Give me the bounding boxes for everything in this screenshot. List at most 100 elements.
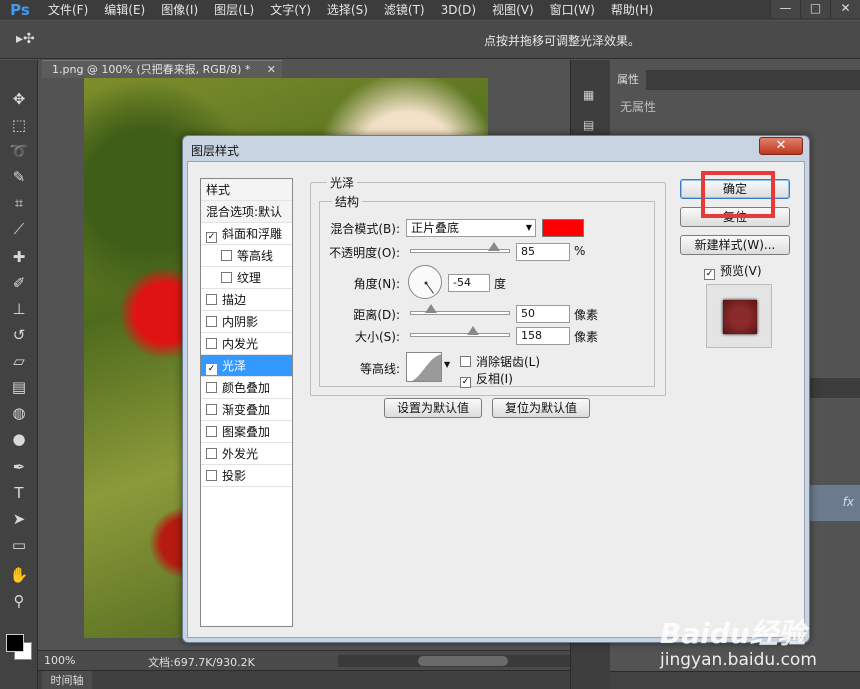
blend-options-item[interactable]: 混合选项:默认	[201, 201, 292, 223]
zoom-level[interactable]: 100%	[44, 654, 75, 667]
shape-tool-icon[interactable]: ▭	[8, 534, 30, 556]
new-style-button[interactable]: 新建样式(W)...	[680, 235, 790, 255]
style-item-checkbox[interactable]	[206, 448, 217, 459]
type-tool-icon[interactable]: T	[8, 482, 30, 504]
style-item-checkbox[interactable]	[206, 404, 217, 415]
crop-tool-icon[interactable]: ⌗	[8, 192, 30, 214]
contour-picker[interactable]	[406, 352, 442, 382]
angle-dial[interactable]	[408, 265, 442, 299]
style-item-checkbox[interactable]	[206, 294, 217, 305]
menu-window[interactable]: 窗口(W)	[542, 0, 603, 20]
path-select-tool-icon[interactable]: ➤	[8, 508, 30, 530]
style-list-item[interactable]: 图案叠加	[201, 421, 292, 443]
style-list-item[interactable]: ✓ 光泽	[201, 355, 292, 377]
brush-tool-icon[interactable]: ✐	[8, 272, 30, 294]
maximize-button[interactable]: □	[800, 0, 830, 18]
zoom-tool-icon[interactable]: ⚲	[8, 590, 30, 612]
menu-view[interactable]: 视图(V)	[484, 0, 542, 20]
size-input[interactable]: 158	[516, 327, 570, 345]
style-list-item[interactable]: 颜色叠加	[201, 377, 292, 399]
menu-help[interactable]: 帮助(H)	[603, 0, 661, 20]
style-list-item[interactable]: 投影	[201, 465, 292, 487]
style-list-item[interactable]: 描边	[201, 289, 292, 311]
blend-color-swatch[interactable]	[542, 219, 584, 237]
style-item-checkbox[interactable]	[221, 250, 232, 261]
stamp-tool-icon[interactable]: ⊥	[8, 298, 30, 320]
menu-type[interactable]: 文字(Y)	[262, 0, 319, 20]
style-item-checkbox[interactable]	[206, 316, 217, 327]
preview-checkbox[interactable]: ✓ 预览(V)	[704, 262, 762, 280]
angle-input[interactable]: -54	[448, 274, 490, 292]
close-icon[interactable]: ✕	[267, 61, 276, 79]
antialias-checkbox[interactable]: 消除锯齿(L)	[460, 353, 540, 370]
dialog-close-button[interactable]: ✕	[759, 137, 803, 155]
window-close-button[interactable]: ✕	[830, 0, 860, 18]
style-item-checkbox[interactable]	[221, 272, 232, 283]
tab-properties[interactable]: 属性	[610, 70, 646, 90]
lasso-tool-icon[interactable]: ➰	[8, 140, 30, 162]
actions-icon[interactable]: ▤	[583, 118, 599, 134]
blend-mode-select[interactable]: 正片叠底 ▼	[406, 219, 536, 237]
menu-file[interactable]: 文件(F)	[40, 0, 96, 20]
eyedropper-tool-icon[interactable]: ⟋	[8, 218, 30, 240]
antialias-check-box[interactable]	[460, 356, 471, 367]
style-list-header[interactable]: 样式	[201, 179, 292, 201]
dodge-tool-icon[interactable]: ●	[8, 428, 30, 450]
invert-checkbox[interactable]: ✓ 反相(I)	[460, 370, 513, 388]
set-default-button[interactable]: 设置为默认值	[384, 398, 482, 418]
opacity-input[interactable]: 85	[516, 243, 570, 261]
style-item-checkbox[interactable]	[206, 426, 217, 437]
contour-chevron-down-icon[interactable]: ▼	[444, 360, 450, 369]
style-item-label: 内发光	[222, 337, 259, 351]
scrollbar-thumb[interactable]	[418, 656, 508, 666]
move-tool-icon[interactable]: ✥	[8, 88, 30, 110]
healing-tool-icon[interactable]: ✚	[8, 246, 30, 268]
document-tab[interactable]: 1.png @ 100% (只把春来报, RGB/8) * ✕	[42, 60, 282, 78]
style-list-item[interactable]: 渐变叠加	[201, 399, 292, 421]
gradient-tool-icon[interactable]: ▤	[8, 376, 30, 398]
horizontal-scrollbar[interactable]	[338, 655, 588, 667]
style-item-checkbox[interactable]	[206, 470, 217, 481]
style-item-checkbox[interactable]: ✓	[206, 232, 217, 243]
style-item-checkbox[interactable]	[206, 338, 217, 349]
pen-tool-icon[interactable]: ✒	[8, 456, 30, 478]
quick-select-tool-icon[interactable]: ✎	[8, 166, 30, 188]
style-list-item[interactable]: ✓ 斜面和浮雕	[201, 223, 292, 245]
distance-slider[interactable]	[410, 304, 510, 315]
style-item-label: 光泽	[222, 359, 247, 373]
layer-fx-icon[interactable]: fx	[843, 495, 854, 509]
menu-edit[interactable]: 编辑(E)	[96, 0, 153, 20]
opacity-slider-thumb[interactable]	[488, 242, 501, 251]
invert-check-box[interactable]: ✓	[460, 377, 471, 388]
tab-timeline[interactable]: 时间轴	[42, 671, 92, 689]
reset-default-button[interactable]: 复位为默认值	[492, 398, 590, 418]
menu-layer[interactable]: 图层(L)	[206, 0, 262, 20]
style-list-item[interactable]: 等高线	[201, 245, 292, 267]
foreground-color-swatch[interactable]	[6, 634, 24, 652]
opacity-slider[interactable]	[410, 242, 510, 253]
style-list-item[interactable]: 外发光	[201, 443, 292, 465]
history-icon[interactable]: ▦	[583, 88, 599, 104]
history-brush-tool-icon[interactable]: ↺	[8, 324, 30, 346]
style-list-item[interactable]: 纹理	[201, 267, 292, 289]
menu-filter[interactable]: 滤镜(T)	[376, 0, 433, 20]
size-slider-thumb[interactable]	[466, 326, 479, 335]
tool-preset-icon[interactable]: ▸✣	[16, 31, 35, 47]
hand-tool-icon[interactable]: ✋	[8, 564, 30, 586]
watermark-text: Baidu经验	[660, 617, 806, 650]
menu-image[interactable]: 图像(I)	[153, 0, 206, 20]
eraser-tool-icon[interactable]: ▱	[8, 350, 30, 372]
style-list-item[interactable]: 内阴影	[201, 311, 292, 333]
distance-slider-thumb[interactable]	[424, 304, 437, 313]
menu-select[interactable]: 选择(S)	[319, 0, 376, 20]
size-slider[interactable]	[410, 326, 510, 337]
preview-check-box[interactable]: ✓	[704, 269, 715, 280]
style-list-item[interactable]: 内发光	[201, 333, 292, 355]
menu-3d[interactable]: 3D(D)	[433, 0, 484, 20]
marquee-tool-icon[interactable]: ⬚	[8, 114, 30, 136]
distance-input[interactable]: 50	[516, 305, 570, 323]
style-item-checkbox[interactable]: ✓	[206, 364, 217, 375]
blur-tool-icon[interactable]: ◍	[8, 402, 30, 424]
style-item-checkbox[interactable]	[206, 382, 217, 393]
minimize-button[interactable]: —	[770, 0, 800, 18]
